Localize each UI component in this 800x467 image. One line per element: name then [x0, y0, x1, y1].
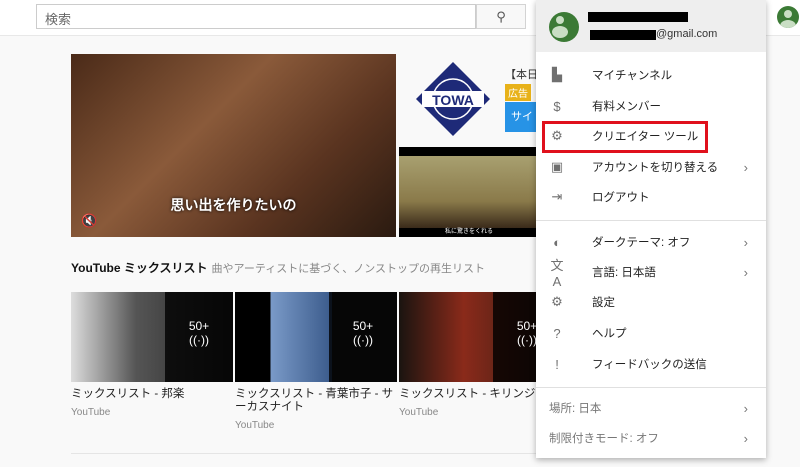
menu-item-restricted-mode[interactable]: 制限付きモード: オフ › [536, 423, 766, 453]
account-menu: @gmail.com ▙ マイチャンネル $ 有料メンバー ⚙ クリエイター ツール ▣ アカ… [536, 0, 766, 458]
menu-divider [536, 220, 766, 221]
chevron-right-icon: › [743, 400, 748, 416]
redacted-name [588, 12, 688, 22]
redacted-email [590, 30, 656, 40]
feedback-icon: ! [555, 356, 559, 372]
switch-account-icon: ▣ [550, 159, 564, 174]
section-header: YouTube ミックスリスト 曲やアーティストに基づく、ノンストップの再生リスト [71, 259, 485, 276]
ad-video-caption: 私に驚きをくれる [444, 229, 493, 235]
search-input[interactable]: 検索 [36, 4, 476, 29]
menu-item-switch-account[interactable]: ▣ アカウントを切り替える › [536, 152, 766, 182]
menu-item-label: フィードバックの送信 [592, 359, 707, 371]
person-icon: ▙ [552, 67, 562, 82]
menu-item-language[interactable]: 文A 言語: 日本語 › [536, 257, 766, 289]
account-avatar-button[interactable] [777, 6, 799, 28]
menu-item-label: ログアウト [592, 192, 650, 204]
menu-item-label: 言語: 日本語 [592, 267, 656, 279]
mute-icon[interactable]: 🔇 [81, 213, 97, 229]
mix-title[interactable]: ミックスリスト - 青葉市子 - サーカスナイト [235, 388, 397, 414]
menu-item-label: 有料メンバー [592, 101, 661, 113]
chevron-right-icon: › [743, 430, 748, 446]
menu-item-settings[interactable]: ⚙ 設定 [536, 287, 766, 317]
ad-video[interactable]: 私に驚きをくれる [399, 147, 539, 237]
search-icon: ⚲ [496, 9, 506, 24]
section-subtitle: 曲やアーティストに基づく、ノンストップの再生リスト [211, 263, 485, 275]
mix-card[interactable]: 50+ ((·)) ミックスリスト - 邦楽 YouTube [71, 292, 233, 418]
menu-item-help[interactable]: ? ヘルプ [536, 318, 766, 348]
menu-item-sign-out[interactable]: ⇥ ログアウト [536, 182, 766, 212]
account-header: @gmail.com [536, 0, 766, 52]
dollar-icon: $ [553, 98, 561, 114]
mix-thumbnail[interactable]: 50+ ((·)) [71, 292, 233, 382]
menu-item-my-channel[interactable]: ▙ マイチャンネル [536, 60, 766, 90]
mix-count: 50+ [188, 319, 210, 333]
mix-title[interactable]: ミックスリスト - 邦楽 [71, 388, 233, 401]
mix-channel[interactable]: YouTube [235, 420, 397, 431]
chevron-right-icon: › [743, 159, 748, 175]
mix-icon: ((·)) [353, 333, 373, 347]
highlight-box [542, 121, 708, 153]
menu-item-dark-theme[interactable]: ◐ ダークテーマ: オフ › [536, 227, 766, 257]
mix-card[interactable]: 50+ ((·)) ミックスリスト - 青葉市子 - サーカスナイト YouTub… [235, 292, 397, 431]
search-button[interactable]: ⚲ [476, 4, 526, 29]
dark-theme-icon: ◐ [553, 234, 561, 250]
hero-caption: 思い出を作りたいの [170, 197, 297, 213]
menu-item-send-feedback[interactable]: ! フィードバックの送信 [536, 349, 766, 379]
section-title[interactable]: YouTube ミックスリスト [71, 261, 208, 275]
menu-item-paid-memberships[interactable]: $ 有料メンバー [536, 91, 766, 121]
chevron-right-icon: › [743, 234, 748, 250]
gear-icon: ⚙ [551, 294, 563, 309]
menu-item-label: マイチャンネル [592, 70, 673, 82]
svg-text:TOWA: TOWA [432, 92, 474, 108]
account-email: @gmail.com [656, 28, 718, 40]
divider [71, 453, 541, 454]
menu-item-label: 制限付きモード: オフ [549, 433, 659, 445]
translate-icon: 文A [550, 258, 564, 289]
help-icon: ? [553, 325, 561, 341]
mix-count: 50+ [352, 319, 374, 333]
menu-item-label: ヘルプ [592, 328, 627, 340]
menu-item-location[interactable]: 場所: 日本 › [536, 393, 766, 423]
mix-icon: ((·)) [189, 333, 209, 347]
account-avatar [549, 12, 579, 42]
towa-logo[interactable]: TOWA [416, 62, 490, 136]
ad-badge: 広告 [505, 84, 531, 101]
mix-channel[interactable]: YouTube [71, 407, 233, 418]
menu-item-label: アカウントを切り替える [592, 162, 719, 174]
hero-video[interactable]: 思い出を作りたいの 🔇 [71, 54, 396, 237]
ad-title[interactable]: 【本日 [505, 66, 538, 82]
mix-thumbnail[interactable]: 50+ ((·)) [235, 292, 397, 382]
menu-item-label: ダークテーマ: オフ [592, 237, 691, 249]
menu-divider [536, 387, 766, 388]
chevron-right-icon: › [743, 264, 748, 280]
menu-item-label: 場所: 日本 [549, 403, 602, 415]
menu-item-label: 設定 [592, 297, 615, 309]
sign-out-icon: ⇥ [551, 189, 563, 204]
